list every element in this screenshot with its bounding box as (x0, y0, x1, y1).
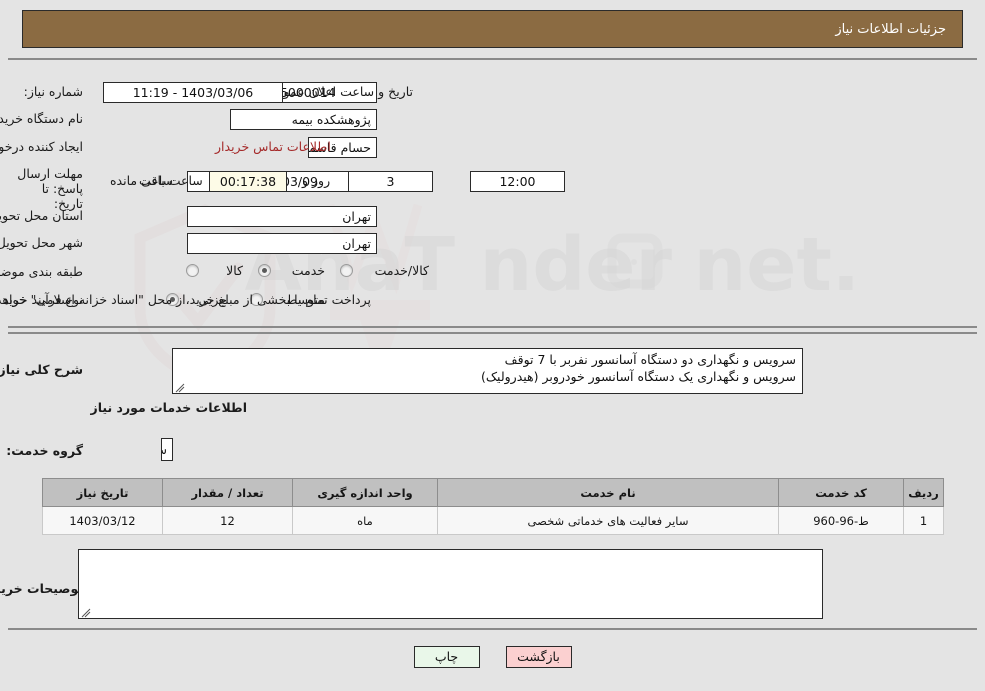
radio-label-kala-khedmat[interactable]: کالا/خدمت (375, 263, 429, 278)
service-group-label: گروه خدمت: (6, 443, 83, 458)
description-textarea[interactable]: سرویس و نگهداری دو دستگاه آسانسور نفربر … (172, 348, 803, 394)
cell-need-date: 1403/03/12 (42, 506, 163, 535)
button-row: بازگشت چاپ (0, 646, 985, 668)
need-number-label: شماره نیاز: (23, 84, 83, 99)
deadline-days-value: 3 (348, 171, 433, 192)
deadline-remaining-suffix: ساعت باقی مانده (110, 173, 203, 188)
col-service-name: نام خدمت (437, 478, 779, 507)
col-row: ردیف (903, 478, 944, 507)
response-deadline-label: مهلت ارسال پاسخ: تا تاریخ: (17, 166, 83, 211)
radio-classification-kala-khedmat[interactable] (340, 264, 353, 277)
cell-row: 1 (903, 506, 944, 535)
radio-label-kala[interactable]: کالا (226, 263, 243, 278)
radio-label-khedmat[interactable]: خدمت (292, 263, 325, 278)
delivery-province-value: تهران (187, 206, 377, 227)
buyer-comments-label: توصیحات خریدار: (0, 581, 83, 596)
purchase-type-note: پرداخت تمام یا بخشی از مبلغ خرید،از محل … (0, 292, 371, 307)
cell-service-name: سایر فعالیت های خدماتی شخصی (437, 506, 779, 535)
resize-grip-icon[interactable] (175, 383, 185, 393)
resize-grip-icon-comments[interactable] (81, 608, 91, 618)
buyer-org-label: نام دستگاه خریدار: (0, 111, 83, 126)
request-creator-label: ایجاد کننده درخواست: (0, 139, 83, 154)
col-quantity: تعداد / مقدار (162, 478, 293, 507)
cell-unit: ماه (292, 506, 438, 535)
print-button[interactable]: چاپ (413, 646, 480, 668)
services-section-heading: اطلاعات خدمات مورد نیاز (90, 400, 248, 415)
buyer-contact-link[interactable]: اطلاعات تماس خریدار (215, 139, 331, 154)
page-root: AnaT nder .net جزئیات اطلاعات نیاز شماره… (0, 0, 985, 691)
table-header-row: ردیف کد خدمت نام خدمت واحد اندازه گیری ت… (42, 478, 944, 507)
delivery-city-value: تهران (187, 233, 377, 254)
deadline-hour-value: 12:00 (470, 171, 565, 192)
col-need-date: تاریخ نیاز (42, 478, 163, 507)
delivery-province-label: استان محل تحویل: (0, 208, 83, 223)
window-title-bar: جزئیات اطلاعات نیاز (22, 10, 963, 48)
cell-quantity: 12 (162, 506, 293, 535)
page-title: جزئیات اطلاعات نیاز (835, 21, 946, 37)
delivery-city-label: شهر محل تحویل: (0, 235, 83, 250)
description-label: شرح کلی نیاز: (0, 362, 83, 377)
buyer-org-value: پژوهشکده بیمه (230, 109, 377, 130)
deadline-remaining-countdown: 00:17:38 (209, 171, 287, 192)
announce-datetime-label: تاریخ و ساعت اعلان عمومی: (262, 84, 413, 99)
cell-service-code: ط-96-960 (778, 506, 904, 535)
services-table: ردیف کد خدمت نام خدمت واحد اندازه گیری ت… (42, 478, 944, 535)
col-unit: واحد اندازه گیری (292, 478, 438, 507)
radio-classification-kala[interactable] (186, 264, 199, 277)
description-value: سرویس و نگهداری دو دستگاه آسانسور نفربر … (480, 352, 796, 384)
col-service-code: کد خدمت (778, 478, 904, 507)
subject-classification-label: طبقه بندی موضوعی: (0, 264, 83, 279)
service-group-value: سایر فعالیت‌های خدماتی (161, 438, 173, 461)
deadline-days-suffix: روز و (302, 173, 331, 188)
back-button[interactable]: بازگشت (505, 646, 572, 668)
radio-classification-khedmat[interactable] (258, 264, 271, 277)
buyer-comments-textarea[interactable] (78, 549, 823, 619)
table-row: 1 ط-96-960 سایر فعالیت های خدماتی شخصی م… (42, 506, 944, 535)
announce-datetime-value: 11:19 - 1403/03/06 (103, 82, 283, 103)
